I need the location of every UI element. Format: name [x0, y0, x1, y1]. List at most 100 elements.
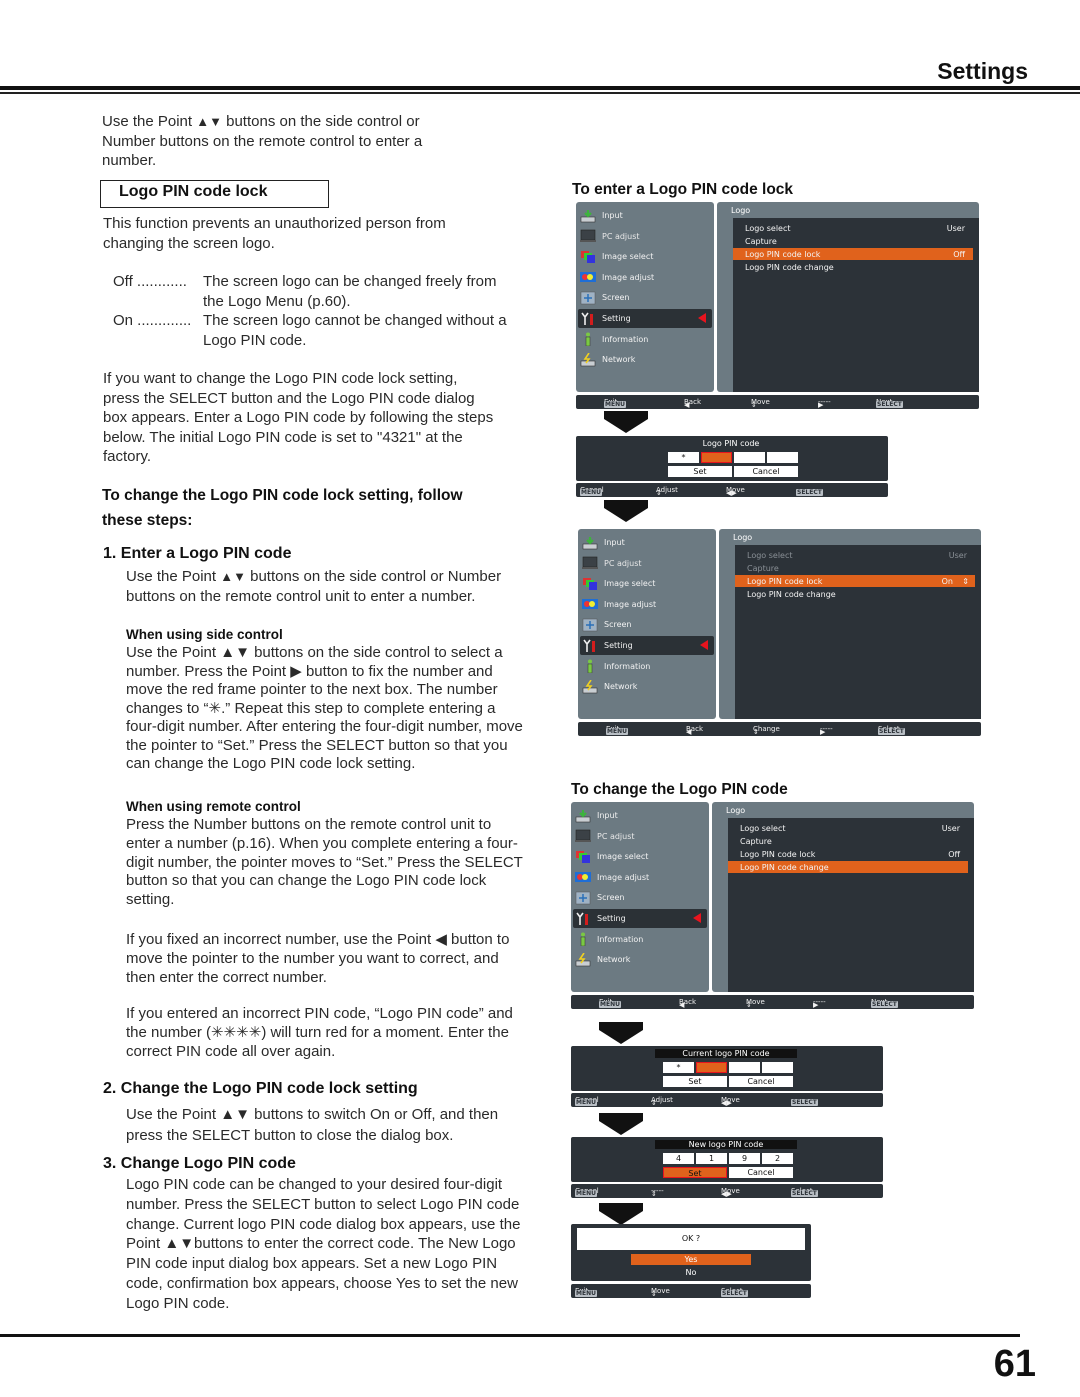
set-button[interactable]: Set	[663, 1167, 727, 1178]
menu-item-network[interactable]: Network	[573, 950, 707, 969]
menu-item-pc-adjust[interactable]: PC adjust	[578, 227, 712, 246]
menu-item-setting[interactable]: Setting	[578, 309, 712, 328]
menu-item-label: PC adjust	[597, 831, 635, 841]
osd-help-bar: MENUExit ◀Back ⇕Move ▶----- SELECTNext	[571, 995, 974, 1009]
up-down-spinner-icon[interactable]: ⇕	[962, 577, 969, 586]
back-arrow-icon: ◀	[684, 401, 690, 409]
pin-digit-box[interactable]	[696, 1062, 727, 1073]
menu-item-screen[interactable]: Screen	[580, 615, 714, 634]
menu-item-label: Network	[604, 682, 638, 692]
pin-digit-box[interactable]: 1	[696, 1153, 727, 1164]
help-item: SELECT-----	[796, 486, 823, 496]
submenu-item-logo-pin-code-change[interactable]: Logo PIN code change	[728, 861, 968, 873]
set-button[interactable]: Set	[668, 466, 732, 477]
screen-icon	[582, 618, 598, 632]
osd-help-bar: MENUExit ◀Back ⇕Move ▶----- SELECTNext	[576, 395, 979, 409]
menu-item-information[interactable]: Information	[580, 657, 714, 676]
cancel-button[interactable]: Cancel	[729, 1167, 793, 1178]
menu-item-information[interactable]: Information	[573, 930, 707, 949]
submenu-item-logo-pin-code-lock[interactable]: Logo PIN code lock Off	[733, 248, 973, 260]
menu-item-setting[interactable]: Setting	[573, 909, 707, 928]
menu-item-image-select[interactable]: Image select	[580, 574, 714, 593]
cancel-button[interactable]: Cancel	[729, 1076, 793, 1087]
section-description: This function prevents an unauthorized p…	[103, 214, 523, 253]
menu-item-input[interactable]: Input	[573, 806, 707, 825]
pin-dialog-box: Current logo PIN code * Set Cancel	[571, 1046, 883, 1091]
left-right-icon: ◀▶	[721, 1190, 732, 1198]
submenu-item-capture[interactable]: Capture	[735, 562, 975, 574]
submenu-item-logo-select[interactable]: Logo select User	[728, 822, 968, 834]
confirm-dialog: OK ? Yes No MENUExit ⇕Move SELECTSelect	[571, 1224, 811, 1299]
yes-button[interactable]: Yes	[631, 1254, 751, 1265]
menu-item-screen[interactable]: Screen	[578, 288, 712, 307]
option-on: On ............. The screen logo cannot …	[113, 311, 543, 351]
submenu-item-capture[interactable]: Capture	[733, 235, 973, 247]
set-button[interactable]: Set	[663, 1076, 727, 1087]
submenu-item-label: Logo select	[745, 223, 791, 233]
submenu-item-logo-pin-code-change[interactable]: Logo PIN code change	[735, 588, 975, 600]
submenu-item-logo-pin-code-change[interactable]: Logo PIN code change	[733, 261, 973, 273]
menu-item-pc-adjust[interactable]: PC adjust	[573, 827, 707, 846]
menu-item-image-adjust[interactable]: Image adjust	[578, 268, 712, 287]
submenu-item-label: Logo select	[740, 823, 786, 833]
menu-item-image-select[interactable]: Image select	[573, 847, 707, 866]
desc-line: This function prevents an unauthorized p…	[103, 215, 446, 232]
help-item: SELECTNext	[876, 398, 903, 408]
submenu-item-logo-pin-code-lock[interactable]: Logo PIN code lock On ⇕	[735, 575, 975, 587]
pin-digit-box[interactable]: 4	[663, 1153, 694, 1164]
osd-menu-screen: Input PC adjust Image select Image adjust Sc…	[572, 200, 982, 410]
menu-item-screen[interactable]: Screen	[573, 888, 707, 907]
step1-heading: 1. Enter a Logo PIN code	[103, 545, 292, 562]
network-icon	[575, 952, 591, 967]
pin-digit-box[interactable]: 2	[762, 1153, 793, 1164]
down-arrow-icon	[593, 1022, 649, 1049]
menu-item-image-adjust[interactable]: Image adjust	[580, 595, 714, 614]
menu-item-pc-adjust[interactable]: PC adjust	[580, 554, 714, 573]
menu-item-label: Image select	[597, 852, 649, 862]
menu-item-label: PC adjust	[604, 558, 642, 568]
setting-icon	[575, 912, 591, 926]
main-menu-panel: Input PC adjust Image select Image adjust Sc…	[578, 529, 716, 719]
submenu-panel: Logo Logo select User Capture Logo PIN code …	[719, 529, 981, 719]
pin-dialog: New logo PIN code 4192 SetCancel MENUCancel…	[571, 1137, 883, 1199]
pin-digit-box[interactable]	[734, 452, 765, 463]
submenu-item-label: Capture	[747, 563, 779, 573]
pin-digit-box[interactable]: 9	[729, 1153, 760, 1164]
osd-help-bar: MENUExit ⇕Move SELECTSelect	[571, 1284, 811, 1298]
option-key: Off ............	[113, 273, 187, 290]
submenu-item-logo-select[interactable]: Logo select User	[733, 222, 973, 234]
menu-item-information[interactable]: Information	[578, 330, 712, 349]
menu-item-network[interactable]: Network	[580, 677, 714, 696]
menu-item-image-adjust[interactable]: Image adjust	[573, 868, 707, 887]
menu-item-label: Information	[604, 661, 651, 671]
pin-digit-box[interactable]	[729, 1062, 760, 1073]
menu-item-image-select[interactable]: Image select	[578, 247, 712, 266]
change-pin-heading: To change the Logo PIN code	[571, 781, 788, 798]
submenu-item-logo-pin-code-lock[interactable]: Logo PIN code lock Off	[728, 848, 968, 860]
forward-arrow-icon: ▶	[820, 728, 826, 736]
osd-help-bar: MENUExit ◀Back ⇕Change ▶----- SELECTSelect	[578, 722, 981, 736]
image-adjust-icon	[575, 870, 591, 884]
menu-item-setting[interactable]: Setting	[580, 636, 714, 655]
menu-item-input[interactable]: Input	[580, 533, 714, 552]
menu-item-label: PC adjust	[602, 231, 640, 241]
submenu-item-capture[interactable]: Capture	[728, 835, 968, 847]
section-title-box: Logo PIN code lock	[100, 180, 329, 208]
pointer-arrow-icon	[700, 640, 708, 650]
remote-line: setting.	[126, 891, 175, 909]
pin-digit-box[interactable]	[701, 452, 732, 463]
menu-item-input[interactable]: Input	[578, 206, 712, 225]
cancel-button[interactable]: Cancel	[734, 466, 798, 477]
pin-digit-box[interactable]	[762, 1062, 793, 1073]
no-button[interactable]: No	[631, 1267, 751, 1278]
pin-digit-box[interactable]: *	[663, 1062, 694, 1073]
menu-item-network[interactable]: Network	[578, 350, 712, 369]
pin-digit-box[interactable]	[767, 452, 798, 463]
wrong-pin-text: If you entered an incorrect PIN code, “L…	[126, 1004, 566, 1061]
step3-body: Logo PIN code can be changed to your des…	[126, 1175, 566, 1314]
pin-digit-box[interactable]: *	[668, 452, 699, 463]
submenu-item-value: User	[948, 550, 967, 560]
submenu-item-logo-select[interactable]: Logo select User	[735, 549, 975, 561]
help-item: ◀ Back	[684, 398, 701, 409]
help-item: SELECT-----	[791, 1096, 818, 1106]
